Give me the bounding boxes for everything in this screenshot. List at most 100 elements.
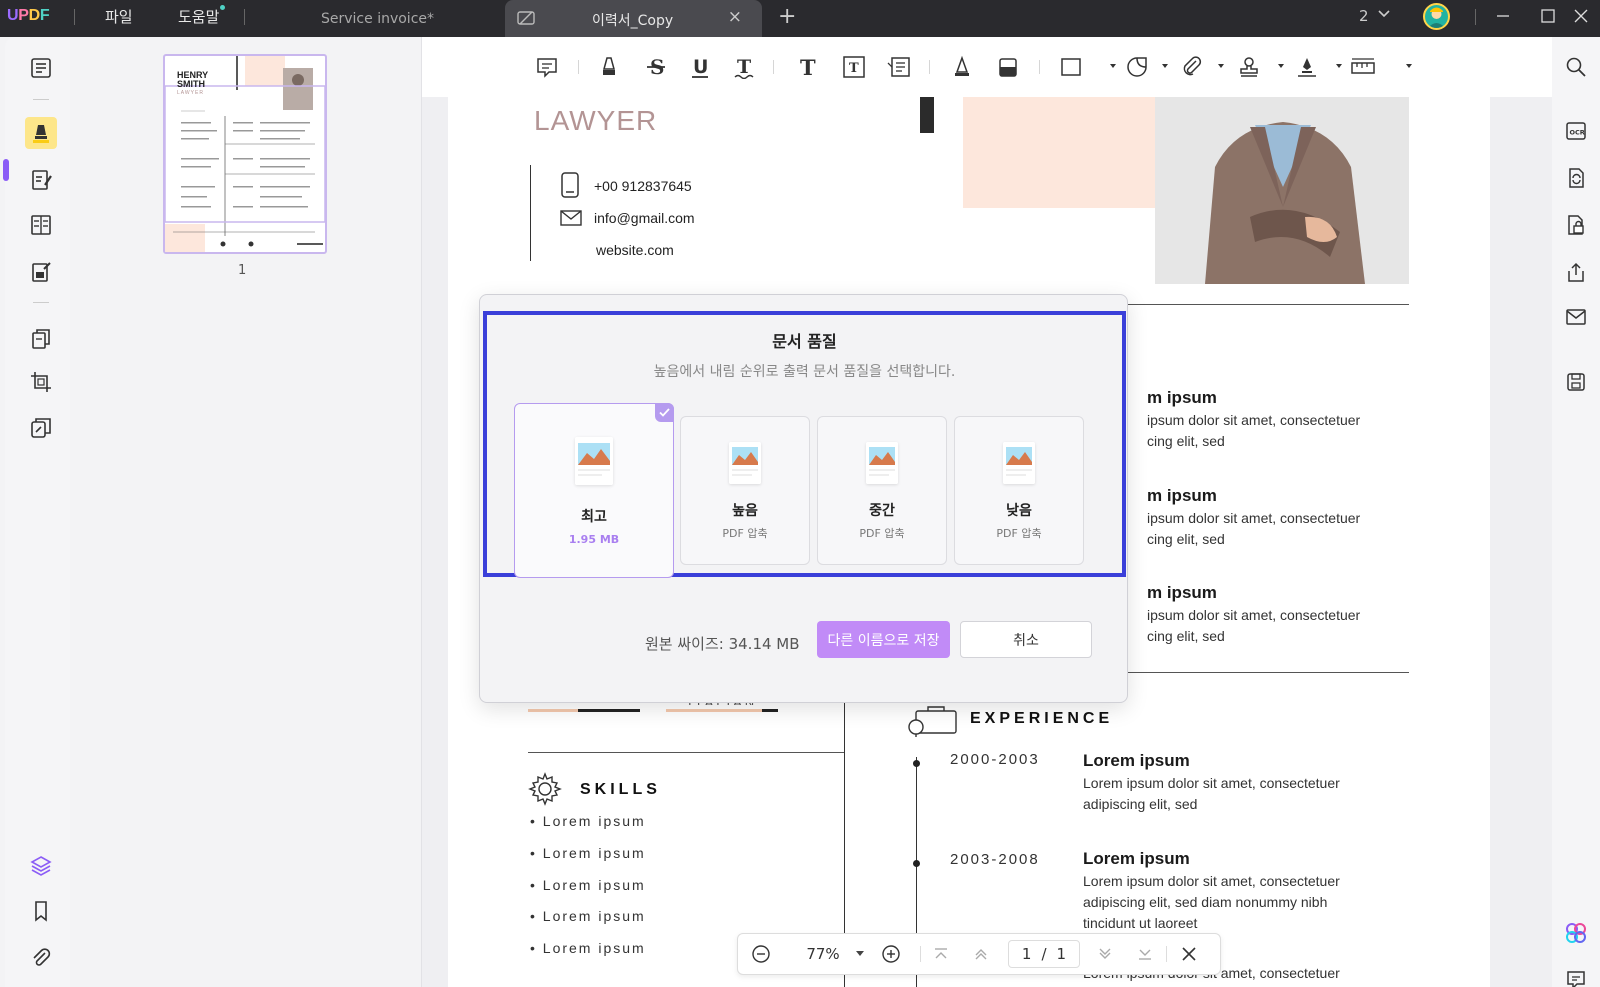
maximize-icon[interactable] <box>1537 5 1559 27</box>
stamp-tool[interactable] <box>1234 52 1264 82</box>
notification-dot <box>220 5 225 10</box>
zoom-dropdown-icon[interactable] <box>852 934 868 974</box>
stamp-chevron-down-icon[interactable] <box>1278 64 1284 68</box>
pencil-tool[interactable] <box>947 52 977 82</box>
paperclip-icon <box>33 948 51 966</box>
organize-pages-button[interactable] <box>25 323 57 355</box>
close-zoom-bar-button[interactable] <box>1176 934 1202 974</box>
eraser-icon <box>999 58 1017 77</box>
protect-button[interactable] <box>1564 213 1588 237</box>
quality-name: 높음 <box>732 503 758 519</box>
convert-button[interactable] <box>1564 166 1588 190</box>
page-number-input[interactable]: 1 / 1 <box>1008 940 1080 968</box>
share-button[interactable] <box>1564 260 1588 284</box>
quality-option-highest[interactable]: 최고 1.95 MB <box>514 403 674 578</box>
current-page: 1 <box>1021 945 1032 963</box>
ruler-icon <box>1351 58 1375 74</box>
add-tab-icon[interactable]: + <box>778 4 796 29</box>
signature-chevron-down-icon[interactable] <box>1336 64 1342 68</box>
contact-email: info@gmail.com <box>594 210 695 226</box>
edit-mode-button[interactable] <box>25 164 57 196</box>
menu-file[interactable]: 파일 <box>105 6 133 27</box>
cancel-button[interactable]: 취소 <box>960 621 1092 658</box>
close-icon <box>1182 947 1196 961</box>
quality-option-low[interactable]: 낮음 PDF 압축 <box>954 416 1084 565</box>
strikethrough-tool[interactable]: S <box>641 52 671 82</box>
ai-assistant-button[interactable] <box>1564 921 1588 945</box>
text-tool[interactable]: T <box>793 52 823 82</box>
comment-mode-button[interactable] <box>25 117 57 149</box>
chevron-down-icon[interactable] <box>1377 7 1391 21</box>
ocr-button[interactable]: OCR <box>1564 119 1588 143</box>
thumbnail-panel: HENRY SMITH LAWYER 1 <box>70 37 422 987</box>
svg-text:U: U <box>693 56 708 78</box>
shape-chevron-down-icon[interactable] <box>1110 64 1116 68</box>
briefcase-icon <box>908 706 957 737</box>
organize-mode-button[interactable] <box>25 209 57 241</box>
comments-button[interactable] <box>1564 967 1588 987</box>
title-bar: UPDF 파일 도움말 Service invoice* 이력서_Copy × … <box>0 0 1600 37</box>
decorative-bar <box>920 97 934 133</box>
signature-pen-icon <box>1298 58 1316 77</box>
text-callout-tool[interactable] <box>884 52 914 82</box>
tab-service-invoice[interactable]: Service invoice* <box>300 0 500 37</box>
right-tool-rail: OCR <box>1552 37 1600 987</box>
quality-meta: PDF 압축 <box>722 527 768 540</box>
signature-tool[interactable] <box>1292 52 1322 82</box>
tab-resume-copy[interactable]: 이력서_Copy × <box>505 0 762 37</box>
shape-tool[interactable] <box>1056 52 1086 82</box>
minimize-icon[interactable] <box>1492 5 1514 27</box>
zoom-out-button[interactable] <box>748 934 774 974</box>
quality-option-medium[interactable]: 중간 PDF 압축 <box>817 416 947 565</box>
close-window-icon[interactable] <box>1570 5 1592 27</box>
skill-item: • Lorem ipsum <box>530 908 646 924</box>
squiggly-tool[interactable]: T <box>729 52 759 82</box>
menu-help[interactable]: 도움말 <box>178 6 219 27</box>
attachment-tool[interactable] <box>1177 52 1207 82</box>
bookmarks-button[interactable] <box>25 895 57 927</box>
save-as-button[interactable]: 다른 이름으로 저장 <box>817 621 950 658</box>
email-button[interactable] <box>1564 305 1588 329</box>
layers-button[interactable] <box>25 850 57 882</box>
text-box-tool[interactable]: T <box>839 52 869 82</box>
language-bar-fill <box>762 709 778 712</box>
contact-website: website.com <box>596 242 674 258</box>
updf-logo[interactable]: UPDF <box>7 7 50 25</box>
sticker-chevron-down-icon[interactable] <box>1162 64 1168 68</box>
underline-tool[interactable]: U <box>685 52 715 82</box>
gear-icon <box>528 772 562 806</box>
resume-title: LAWYER <box>534 105 658 136</box>
quality-option-high[interactable]: 높음 PDF 압축 <box>680 416 810 565</box>
sticker-tool[interactable] <box>1122 52 1152 82</box>
attachment-chevron-down-icon[interactable] <box>1218 64 1224 68</box>
reader-mode-button[interactable] <box>25 52 57 84</box>
zoom-level[interactable]: 77% <box>788 934 858 974</box>
window-count[interactable]: 2 <box>1359 7 1369 25</box>
sticky-note-tool[interactable] <box>532 52 562 82</box>
search-button[interactable] <box>1564 55 1588 79</box>
eraser-tool[interactable] <box>993 52 1023 82</box>
profile-photo <box>1155 97 1409 284</box>
close-tab-icon[interactable]: × <box>728 7 742 27</box>
bookmark-icon <box>35 901 47 922</box>
last-page-button[interactable] <box>1132 934 1158 974</box>
replace-pages-button[interactable] <box>25 412 57 444</box>
pages-icon <box>32 329 50 349</box>
zoom-in-button[interactable] <box>878 934 904 974</box>
form-mode-button[interactable] <box>25 256 57 288</box>
page-thumbnail[interactable]: HENRY SMITH LAWYER <box>163 54 327 254</box>
measure-chevron-down-icon[interactable] <box>1406 64 1412 68</box>
previous-page-button[interactable] <box>968 934 994 974</box>
save-button[interactable] <box>1564 370 1588 394</box>
crop-button[interactable] <box>25 366 57 398</box>
next-page-button[interactable] <box>1092 934 1118 974</box>
attachments-button[interactable] <box>25 942 57 974</box>
avatar[interactable] <box>1423 3 1450 30</box>
highlight-tool[interactable] <box>594 52 624 82</box>
decorative-block <box>963 97 1158 208</box>
experience-years: 2000-2003 <box>950 751 1040 768</box>
first-page-button[interactable] <box>928 934 954 974</box>
experience-years: 2003-2008 <box>950 851 1040 868</box>
item-title: m ipsum <box>1147 486 1217 505</box>
measure-tool[interactable] <box>1348 52 1378 82</box>
